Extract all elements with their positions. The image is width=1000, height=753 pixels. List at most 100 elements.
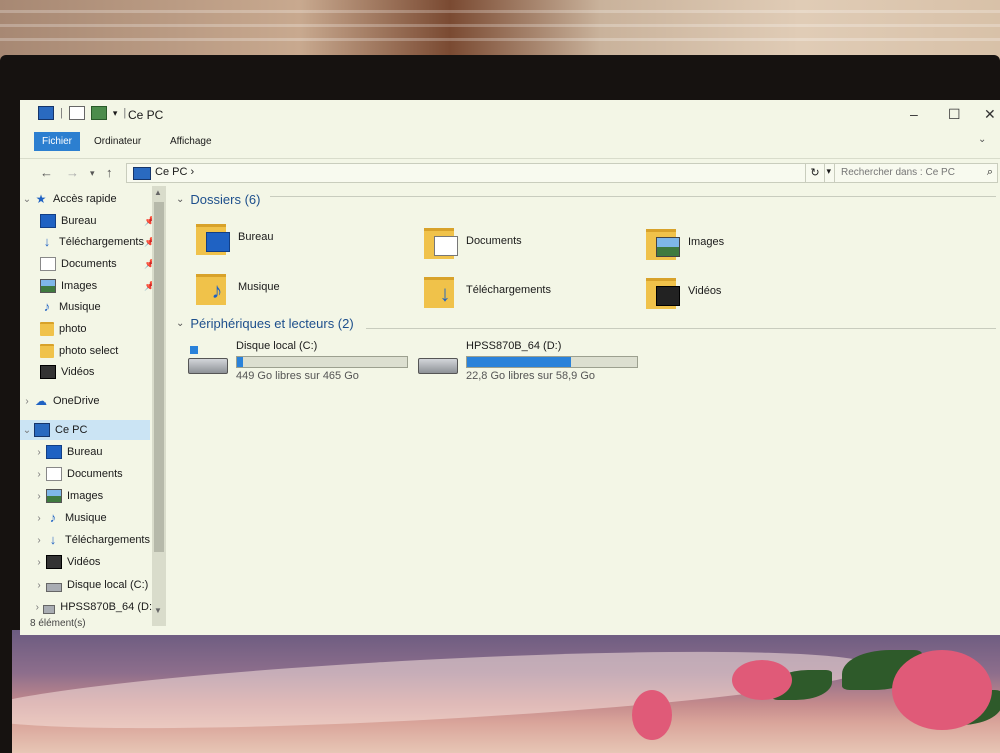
folder-tile-videos[interactable]: Vidéos	[646, 269, 856, 313]
sidebar-item-pc-videos[interactable]: › Vidéos	[32, 552, 100, 572]
title-bar: | ▾ | Ce PC – ☐ ✕	[20, 100, 1000, 128]
drive-tile-d[interactable]: HPSS870B_64 (D:) 22,8 Go libres sur 58,9…	[418, 340, 638, 388]
windows-logo-icon	[190, 346, 198, 354]
sidebar-item-telechargements[interactable]: ↓ Téléchargements 📌	[40, 232, 152, 252]
sidebar-item-label: Accès rapide	[53, 193, 117, 205]
chevron-down-icon[interactable]: ⌄	[20, 194, 34, 205]
folders-group-title: Dossiers (6)	[190, 192, 261, 207]
new-folder-icon[interactable]	[90, 106, 107, 120]
drive-icon	[188, 358, 228, 374]
sidebar-item-label: photo	[59, 323, 87, 335]
sidebar-item-videos[interactable]: Vidéos	[40, 362, 94, 382]
desktop-wallpaper	[12, 630, 1000, 753]
minimize-button[interactable]: –	[910, 106, 918, 122]
tab-ordinateur[interactable]: Ordinateur	[88, 134, 147, 149]
chevron-right-icon[interactable]: ›	[32, 580, 46, 591]
folder-icon	[646, 274, 680, 309]
tab-fichier[interactable]: Fichier	[34, 132, 81, 151]
folder-tile-documents[interactable]: Documents	[424, 219, 634, 263]
folder-tile-telechargements[interactable]: ↓ Téléchargements	[424, 268, 634, 312]
chevron-down-icon[interactable]: ⌄	[20, 425, 34, 436]
drive-icon	[418, 358, 458, 374]
chevron-right-icon[interactable]: ›	[32, 557, 46, 568]
address-history-chevron-icon[interactable]: ▾	[826, 166, 831, 177]
scroll-up-icon[interactable]: ▲	[154, 188, 162, 197]
sidebar-item-pc-images[interactable]: › Images	[32, 486, 103, 506]
search-box[interactable]: ⌕	[834, 163, 998, 183]
image-icon	[656, 237, 680, 257]
sidebar-item-musique[interactable]: ♪ Musique	[40, 297, 101, 317]
folder-icon	[40, 344, 54, 358]
scroll-down-icon[interactable]: ▼	[154, 606, 162, 615]
breadcrumb-ce-pc[interactable]: Ce PC ›	[155, 166, 194, 178]
tab-affichage[interactable]: Affichage	[164, 134, 218, 149]
sidebar-item-acces-rapide[interactable]: ⌄ ★ Accès rapide	[20, 189, 117, 209]
address-bar[interactable]: Ce PC › ▾	[126, 163, 836, 183]
sidebar-item-pc-telechargements[interactable]: › ↓ Téléchargements	[32, 530, 152, 550]
sidebar-item-label: photo select	[59, 345, 119, 357]
sidebar-item-hpss870b-d[interactable]: › HPSS870B_64 (D:	[32, 597, 152, 617]
scrollbar-thumb[interactable]	[154, 202, 164, 552]
close-button[interactable]: ✕	[984, 106, 996, 123]
chevron-right-icon[interactable]: ›	[32, 535, 46, 546]
sidebar-item-label: Vidéos	[61, 366, 95, 378]
sidebar-item-label: Bureau	[67, 446, 103, 458]
back-arrow-icon[interactable]: ←	[40, 165, 53, 180]
sidebar-item-onedrive[interactable]: › ☁ OneDrive	[20, 391, 99, 411]
sidebar-item-pc-documents[interactable]: › Documents	[32, 464, 123, 484]
folder-label: Bureau	[238, 231, 274, 243]
computer-icon	[38, 106, 54, 120]
folder-label: Téléchargements	[466, 284, 551, 296]
devices-group-title: Périphériques et lecteurs (2)	[190, 316, 354, 331]
chevron-right-icon[interactable]: ›	[32, 602, 43, 613]
chevron-down-icon[interactable]: ⌄	[176, 194, 184, 205]
customize-toolbar-chevron-icon[interactable]: ▾	[113, 108, 118, 119]
search-icon[interactable]: ⌕	[987, 166, 993, 179]
folder-label: Musique	[238, 281, 280, 293]
group-divider	[270, 196, 996, 197]
chevron-right-icon[interactable]: ›	[32, 469, 46, 480]
folder-tile-musique[interactable]: ♪ Musique	[196, 265, 406, 309]
chevron-right-icon[interactable]: ›	[20, 396, 34, 407]
music-icon: ♪	[43, 299, 51, 314]
sidebar-item-bureau[interactable]: Bureau 📌	[40, 211, 155, 231]
forward-arrow-icon[interactable]: →	[66, 165, 79, 180]
sidebar-item-label: Documents	[67, 468, 123, 480]
drive-usage-fill	[467, 357, 571, 367]
devices-group-header[interactable]: ⌄ Périphériques et lecteurs (2)	[176, 316, 354, 331]
sidebar-item-disque-local-c[interactable]: › Disque local (C:)	[32, 575, 148, 595]
folder-tile-bureau[interactable]: Bureau	[196, 215, 406, 259]
toolbar-separator: |	[123, 107, 127, 119]
search-input[interactable]	[835, 164, 987, 181]
ribbon-tabs: Fichier Ordinateur Affichage ⌄	[20, 128, 1000, 151]
maximize-button[interactable]: ☐	[948, 106, 961, 123]
folders-group-header[interactable]: ⌄ Dossiers (6)	[176, 192, 260, 207]
chevron-right-icon[interactable]: ›	[32, 513, 46, 524]
sidebar-item-documents[interactable]: Documents 📌	[40, 254, 155, 274]
properties-icon[interactable]	[68, 106, 85, 120]
sidebar-item-photo[interactable]: photo	[40, 319, 87, 339]
pin-icon: 📌	[144, 236, 152, 248]
up-arrow-icon[interactable]: ↑	[106, 165, 113, 180]
expand-ribbon-chevron-icon[interactable]: ⌄	[978, 134, 986, 145]
chevron-down-icon[interactable]: ⌄	[176, 318, 184, 329]
sidebar-item-pc-bureau[interactable]: › Bureau	[32, 442, 102, 462]
sidebar-item-pc-musique[interactable]: › ♪ Musique	[32, 508, 106, 528]
folder-tile-images[interactable]: Images	[646, 220, 856, 264]
drive-free-space: 22,8 Go libres sur 58,9 Go	[466, 370, 596, 382]
sidebar-item-images[interactable]: Images 📌	[40, 276, 155, 296]
star-icon: ★	[35, 192, 47, 206]
refresh-button[interactable]: ↻	[805, 163, 825, 183]
sidebar-scrollbar[interactable]: ▲ ▼	[152, 186, 166, 626]
sidebar-item-label: Musique	[59, 301, 101, 313]
drive-tile-c[interactable]: Disque local (C:) 449 Go libres sur 465 …	[188, 340, 408, 388]
sidebar-item-label: Téléchargements	[59, 236, 144, 248]
sidebar-item-photo-select[interactable]: photo select	[40, 341, 118, 361]
chevron-right-icon[interactable]: ›	[32, 447, 46, 458]
folder-label: Documents	[466, 235, 522, 247]
chevron-right-icon[interactable]: ›	[32, 491, 46, 502]
recent-locations-chevron-icon[interactable]: ▾	[90, 168, 95, 179]
sidebar-item-ce-pc[interactable]: ⌄ Ce PC	[20, 420, 150, 440]
sidebar-item-label: Téléchargements	[65, 534, 150, 546]
drive-usage-bar	[236, 356, 408, 368]
